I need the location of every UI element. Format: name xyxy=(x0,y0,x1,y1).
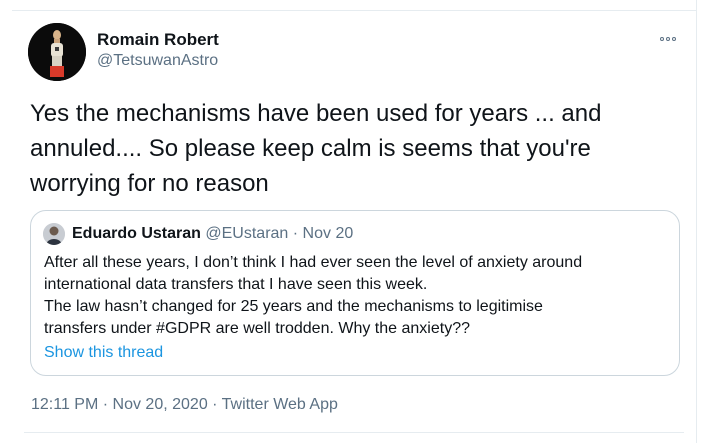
quoted-author-name: Eduardo Ustaran xyxy=(72,225,201,242)
top-divider xyxy=(12,10,696,11)
quoted-text-line: international data transfers that I have… xyxy=(44,276,428,293)
meta-separator: · xyxy=(212,396,218,413)
author-avatar[interactable] xyxy=(28,23,86,81)
tweet-date[interactable]: Nov 20, 2020 xyxy=(113,396,208,413)
more-horizontal-icon-dot xyxy=(672,37,676,41)
tweet-card: Romain Robert @TetsuwanAstro Yes the mec… xyxy=(0,0,697,443)
quoted-tweet-header: Eduardo Ustaran @EUstaran · Nov 20 xyxy=(72,225,353,243)
quoted-text-line: After all these years, I don’t think I h… xyxy=(44,254,583,271)
meta-separator: · xyxy=(102,396,109,413)
bottom-divider xyxy=(24,432,684,433)
author-name[interactable]: Romain Robert xyxy=(97,30,219,50)
quoted-avatar-portrait-image xyxy=(43,223,65,245)
quoted-date: Nov 20 xyxy=(302,225,354,242)
quoted-tweet[interactable]: Eduardo Ustaran @EUstaran · Nov 20 After… xyxy=(30,210,680,376)
author-handle[interactable]: @TetsuwanAstro xyxy=(97,52,218,70)
quoted-author-avatar xyxy=(43,223,65,245)
tweet-time[interactable]: 12:11 PM xyxy=(31,396,98,413)
quoted-text-line: transfers under #GDPR are well trodden. … xyxy=(44,320,470,337)
quoted-author-handle: @EUstaran xyxy=(205,225,289,242)
tweet-metadata: 12:11 PM · Nov 20, 2020 · Twitter Web Ap… xyxy=(31,396,338,414)
more-horizontal-icon-dot xyxy=(666,37,670,41)
more-horizontal-icon xyxy=(660,37,664,41)
tweet-text: Yes the mechanisms have been used for ye… xyxy=(30,100,602,197)
avatar-figure-image xyxy=(28,23,86,81)
quoted-separator: · xyxy=(292,225,299,242)
source-app-link[interactable]: Twitter Web App xyxy=(222,396,338,413)
quoted-text-line: The law hasn’t changed for 25 years and … xyxy=(44,298,543,315)
quoted-tweet-text: After all these years, I don’t think I h… xyxy=(44,252,674,340)
show-thread-link[interactable]: Show this thread xyxy=(44,344,163,362)
more-options-button[interactable] xyxy=(656,30,680,48)
